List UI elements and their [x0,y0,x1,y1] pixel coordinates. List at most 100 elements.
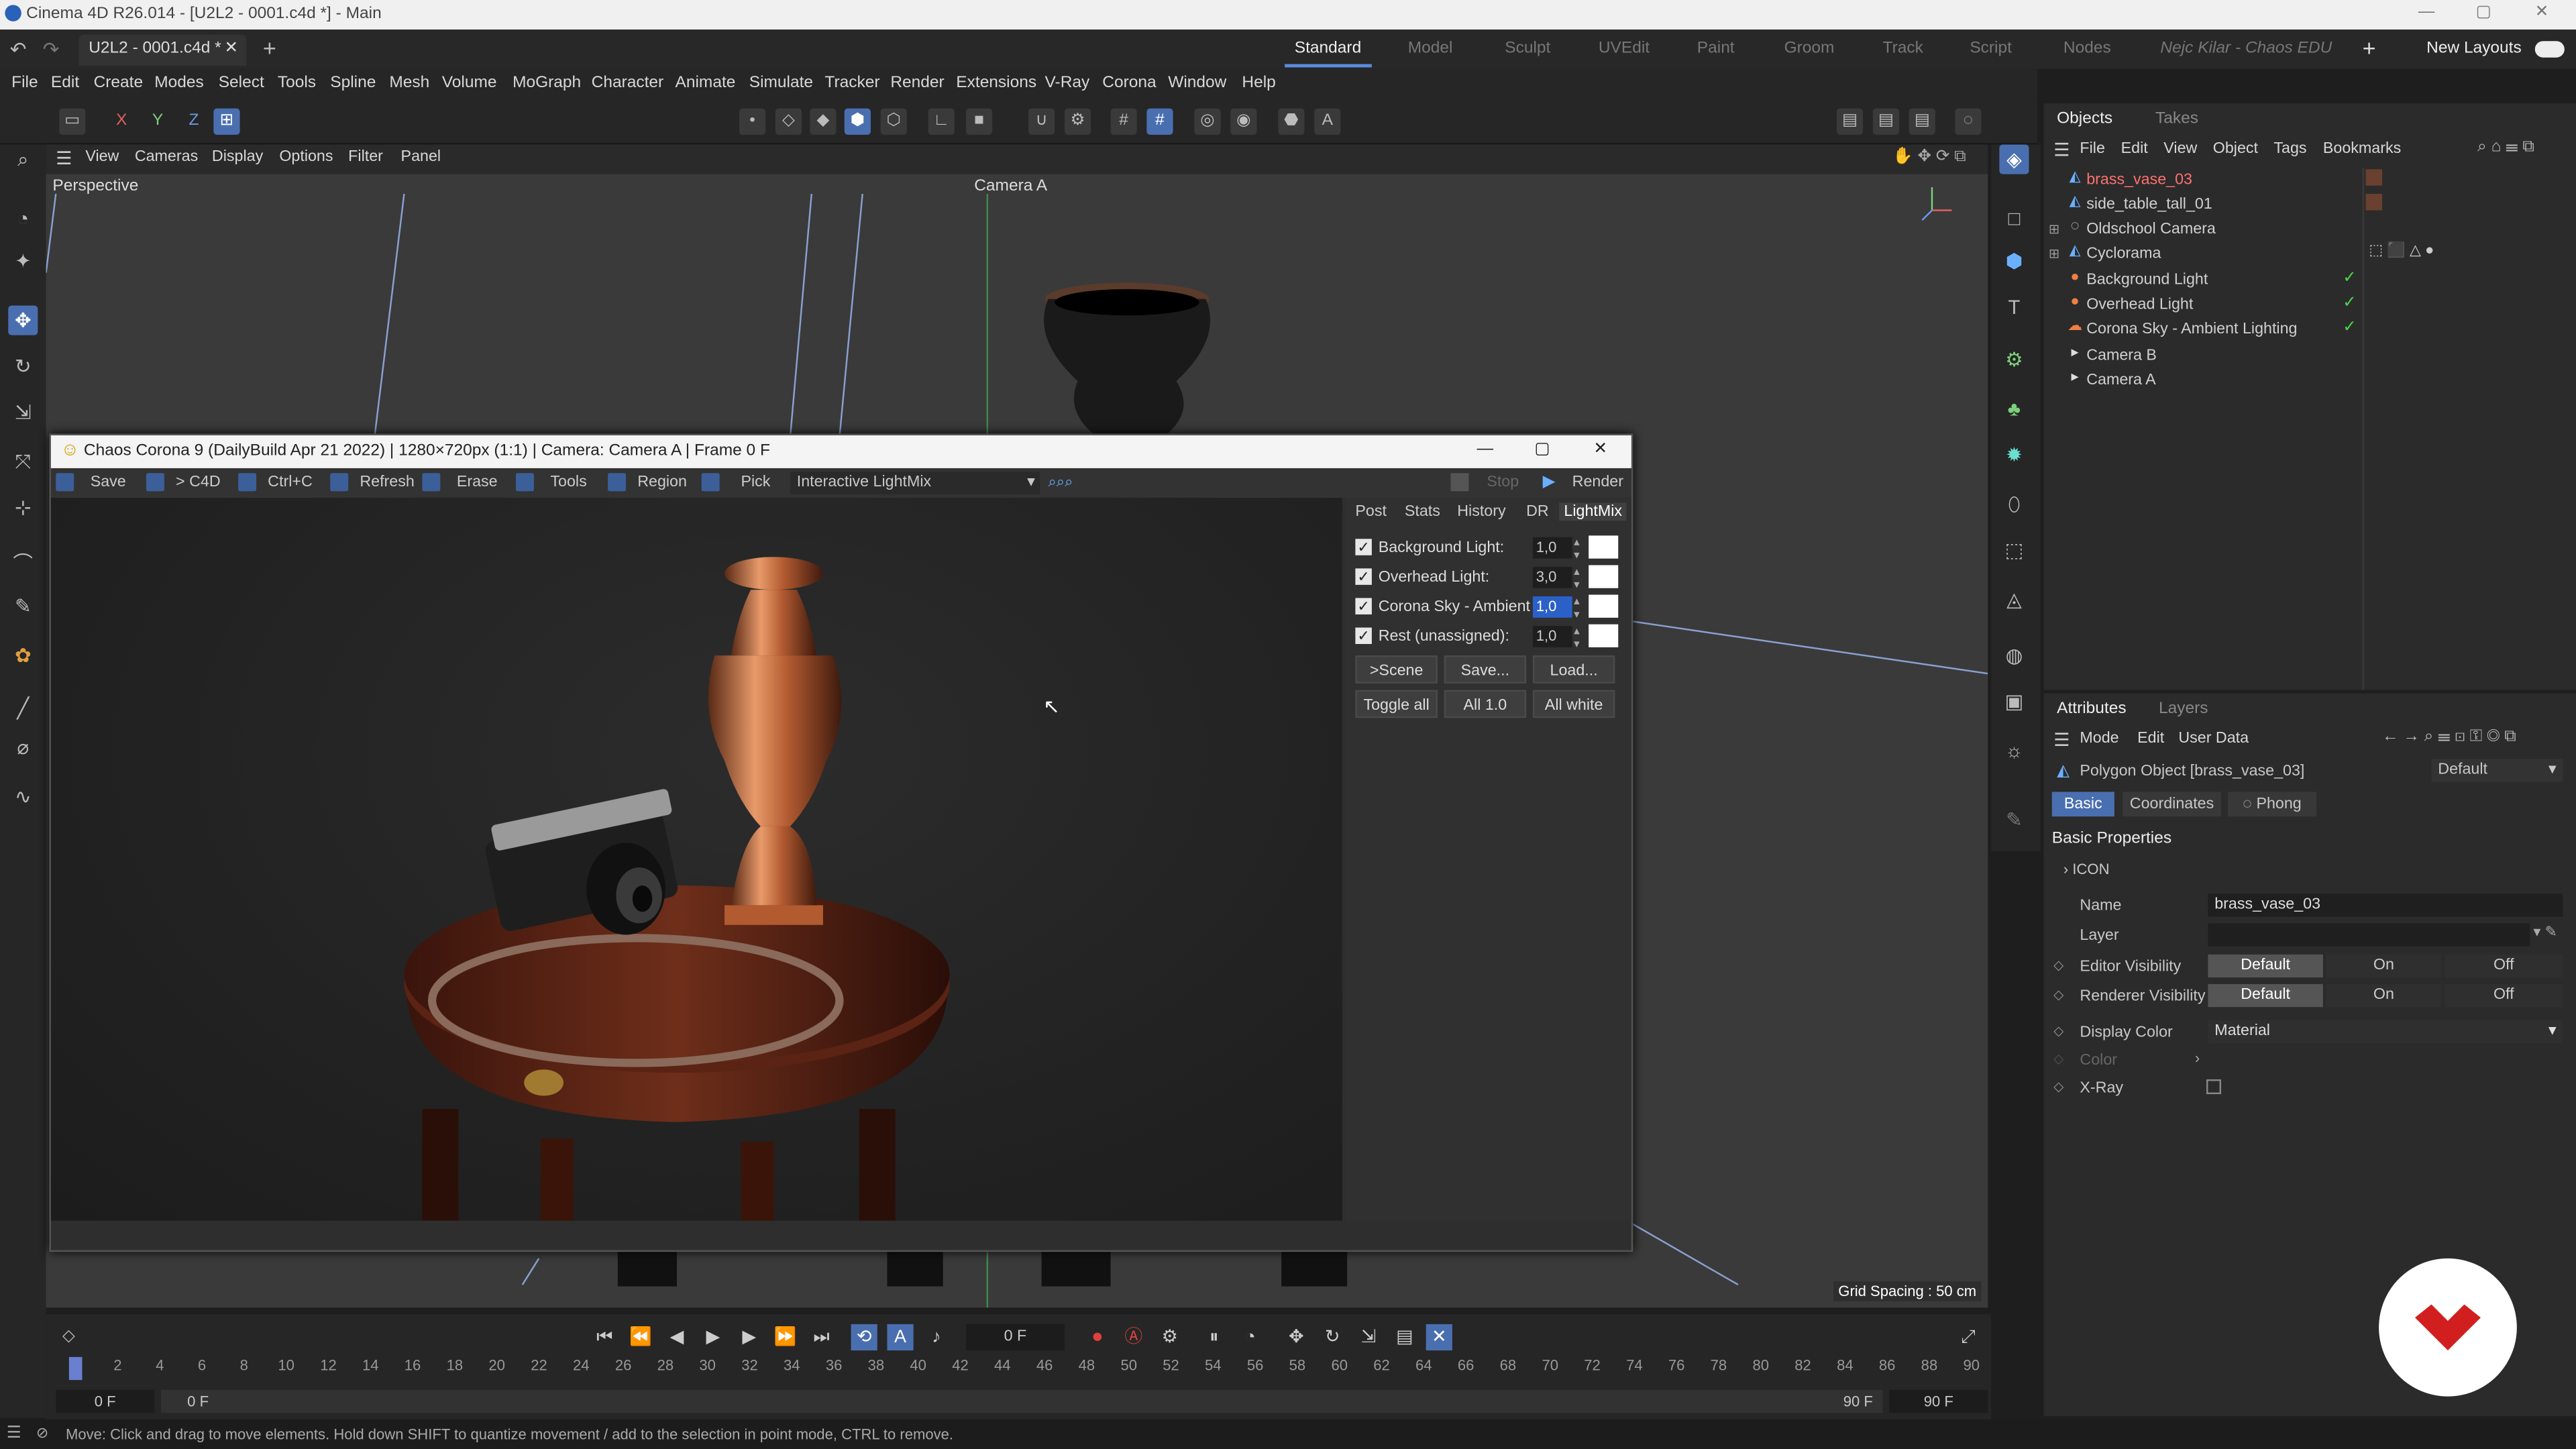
viewport-nav-icons[interactable]: ✋ ✥ ⟳ ⧉ [1892,148,1966,166]
spinner-icon[interactable]: ▴ ▾ [1574,625,1580,651]
points-mode-icon[interactable]: • [739,108,766,135]
cube-primitive-icon[interactable]: ◈ [1999,144,2029,174]
playhead[interactable] [68,1356,83,1381]
object-mode-icon[interactable]: ▭ [59,108,86,135]
display-color-dropdown[interactable]: Material ▾ [2208,1020,2563,1044]
layout-groom[interactable]: Groom [1784,40,1835,58]
light-color-swatch[interactable] [1589,535,1619,559]
renderer-visibility-off[interactable]: Off [2445,983,2563,1008]
tab-dr[interactable]: DR [1526,502,1549,521]
model-mode-icon[interactable]: ⬢ [844,108,871,135]
grid-icon[interactable]: # [1110,108,1137,135]
tab-post[interactable]: Post [1355,502,1387,521]
tag-icons[interactable]: ⬚ ⬛ △ ● [2369,241,2434,260]
extrude-icon[interactable]: ⊹ [8,493,38,523]
edges-mode-icon[interactable]: ◇ [775,108,802,135]
preset-dropdown[interactable]: Default ▾ [2431,759,2563,782]
tag-icon[interactable]: ⬯ [1999,490,2029,519]
viewport-menu-options[interactable]: Options [279,148,333,166]
corona-copy-button[interactable]: Ctrl+C [268,473,313,491]
redo-icon[interactable]: ↷ [43,38,60,60]
keyframe-diamond-icon[interactable]: ◇ [2053,958,2063,973]
environment-icon[interactable]: ◍ [1999,641,2029,670]
attributes-menu-edit[interactable]: Edit [2137,729,2164,747]
undo-icon[interactable]: ↶ [10,38,27,60]
corona-maximize-button[interactable]: ▢ [1534,440,1550,458]
attributes-menu-user-data[interactable]: User Data [2178,729,2249,747]
lock-x-axis[interactable]: X [109,109,135,135]
corona-icon[interactable]: ◌ [1955,108,1982,135]
tab-lightmix[interactable]: LightMix [1559,502,1627,521]
spline-pen-icon[interactable]: ∿ [8,782,38,812]
menu-tracker[interactable]: Tracker [824,74,879,92]
editor-visibility-default[interactable]: Default [2208,954,2323,978]
light-enabled-checkbox[interactable]: ✓ [1355,598,1372,614]
spline-primitive-icon[interactable]: □ [1999,204,2029,233]
object-row[interactable]: ◭ side_table_tall_01 [2044,193,2356,217]
renderer-visibility-on[interactable]: On [2326,983,2442,1008]
viewport-menu-view[interactable]: View [85,148,119,166]
minimize-button[interactable]: — [2418,3,2434,21]
subtab-coordinates[interactable]: Coordinates [2123,792,2222,817]
layout-toggle[interactable] [2534,41,2565,58]
xray-checkbox[interactable] [2206,1079,2222,1095]
menu-select[interactable]: Select [219,74,264,92]
menu-create[interactable]: Create [94,74,144,92]
rotate-tool-icon[interactable]: ↻ [8,352,38,381]
snap-settings-icon[interactable]: ⚙ [1064,108,1091,135]
tab-layers[interactable]: Layers [2159,700,2208,718]
add-layout-button[interactable]: + [2363,34,2376,60]
light-color-swatch[interactable] [1589,565,1619,588]
light-color-swatch[interactable] [1589,594,1619,618]
live-selection-icon[interactable]: ✦ [8,246,38,276]
all-one-button[interactable]: All 1.0 [1444,690,1527,718]
interactive-render-icon[interactable]: ◉ [1230,108,1257,135]
status-menu-icon[interactable]: ☰ [7,1424,21,1442]
objects-search-icon[interactable]: ⌕ ⌂ ☰ ⧉ [2477,138,2534,156]
tab-takes[interactable]: Takes [2155,110,2198,128]
lightmix-load-button[interactable]: Load... [1532,655,1615,684]
select-tool-icon[interactable]: ◔ [8,204,38,233]
tab-stats[interactable]: Stats [1405,502,1440,521]
light-enabled-checkbox[interactable]: ✓ [1355,627,1372,645]
light-intensity-field[interactable]: 1,0 [1532,537,1572,559]
render-settings-icon[interactable]: ▤ [1909,108,1935,135]
keyframe-diamond-icon[interactable]: ◇ [2053,1024,2063,1038]
timeline-ruler[interactable]: 0246810121416182022242628303234363840424… [46,1314,1992,1380]
corona-region-button[interactable]: Region [637,473,687,491]
material-tag-icon[interactable] [2365,169,2383,186]
polygon-pen-icon[interactable]: ✎ [8,592,38,621]
knife-tool-icon[interactable]: ⌒ [8,549,38,578]
menu-help[interactable]: Help [1242,74,1275,92]
layer-field[interactable] [2208,923,2530,947]
corona-refresh-button[interactable]: Refresh [360,473,414,491]
menu-mesh[interactable]: Mesh [389,74,429,92]
subtab-basic[interactable]: Basic [2051,792,2114,817]
viewport-solo-icon[interactable]: ⬣ [1278,108,1305,135]
attributes-menu-mode[interactable]: Mode [2080,729,2118,747]
coordinate-system-icon[interactable]: ⊞ [213,108,240,135]
objects-menu-tags[interactable]: Tags [2273,140,2306,158]
object-row[interactable]: ◭ brass_vase_03 [2044,168,2356,193]
smooth-icon[interactable]: ⌀ [8,733,38,762]
menu-mograph[interactable]: MoGraph [513,74,581,92]
menu-modes[interactable]: Modes [154,74,204,92]
viewport-menu-panel[interactable]: Panel [401,148,441,166]
brush-icon[interactable]: ╱ [8,693,38,722]
tab-objects[interactable]: Objects [2057,110,2112,128]
objects-menu-view[interactable]: View [2163,140,2197,158]
corona-to-c4d-button[interactable]: > C4D [176,473,221,491]
layout-model[interactable]: Model [1408,40,1453,58]
menu-edit[interactable]: Edit [51,74,79,92]
layout-paint[interactable]: Paint [1697,40,1735,58]
close-tab-icon[interactable]: ✕ [225,40,239,58]
object-row[interactable]: ▸ Camera A [2044,368,2356,393]
expand-icon[interactable]: ⊞ [2049,222,2059,237]
solo-icon[interactable]: ■ [966,108,993,135]
zoom-icons[interactable]: ⌕⌕⌕ [1048,473,1073,491]
menu-extensions[interactable]: Extensions [956,74,1036,92]
new-layouts-label[interactable]: New Layouts [2426,40,2522,58]
deformer-icon[interactable]: ⬚ [1999,535,2029,565]
document-tab[interactable]: U2L2 - 0001.c4d * ✕ [78,34,247,66]
start-frame-field[interactable]: 0 F [56,1389,155,1413]
